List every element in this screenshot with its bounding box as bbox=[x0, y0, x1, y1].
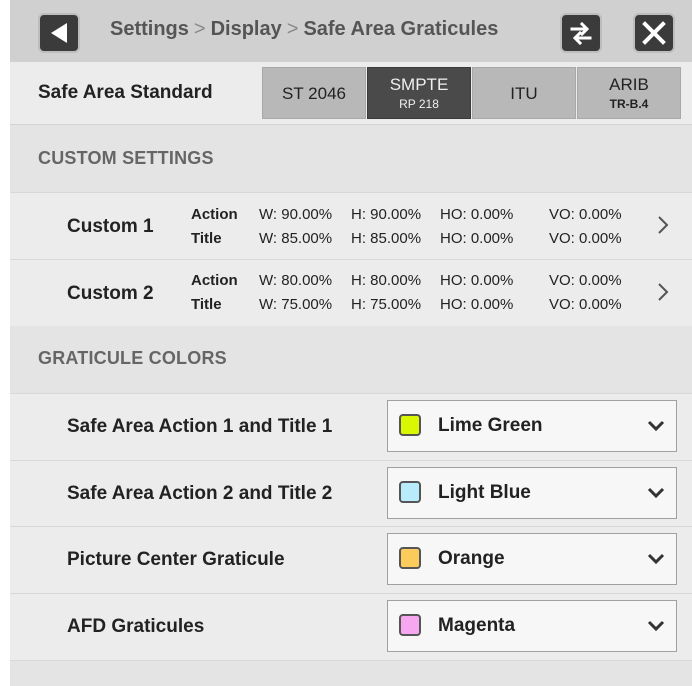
custom-title-line: Title W: 85.00% H: 85.00% HO: 0.00% VO: … bbox=[191, 230, 622, 247]
v-offset-value: VO: 0.00% bbox=[549, 296, 622, 313]
width-value: W: 90.00% bbox=[259, 206, 333, 223]
custom-name: Custom 1 bbox=[67, 216, 154, 237]
custom-name: Custom 2 bbox=[67, 283, 154, 304]
chevron-down-icon bbox=[647, 553, 665, 565]
custom-action-line: Action W: 80.00% H: 80.00% HO: 0.00% VO:… bbox=[191, 272, 622, 289]
standard-option-label: SMPTE bbox=[389, 75, 449, 94]
footer-strip bbox=[10, 660, 692, 686]
custom-settings-row[interactable]: Custom 1 Action W: 90.00% H: 90.00% HO: … bbox=[10, 192, 692, 259]
chevron-right-icon bbox=[658, 283, 669, 301]
breadcrumb-separator: > bbox=[286, 18, 299, 40]
action-label: Action bbox=[191, 272, 238, 289]
back-arrow-icon bbox=[51, 23, 67, 43]
height-value: H: 85.00% bbox=[351, 230, 422, 247]
graticule-color-label: AFD Graticules bbox=[67, 616, 205, 637]
action-label: Action bbox=[191, 206, 238, 223]
color-swatch bbox=[399, 481, 421, 503]
custom-settings-heading: CUSTOM SETTINGS bbox=[38, 148, 214, 168]
standard-option-smpte[interactable]: SMPTE RP 218 bbox=[367, 67, 471, 119]
title-bar: Settings > Display > Safe Area Graticules bbox=[10, 0, 692, 62]
chevron-down-icon bbox=[647, 620, 665, 632]
close-icon bbox=[642, 21, 666, 45]
color-dropdown-value: Orange bbox=[438, 548, 505, 569]
height-value: H: 75.00% bbox=[351, 296, 422, 313]
color-dropdown[interactable]: Lime Green bbox=[387, 400, 677, 452]
h-offset-value: HO: 0.00% bbox=[440, 272, 514, 289]
graticule-colors-heading: GRATICULE COLORS bbox=[38, 348, 227, 368]
v-offset-value: VO: 0.00% bbox=[549, 206, 622, 223]
breadcrumb-display[interactable]: Display bbox=[211, 18, 282, 40]
graticule-color-label: Picture Center Graticule bbox=[67, 549, 285, 570]
chevron-down-icon bbox=[647, 420, 665, 432]
custom-action-line: Action W: 90.00% H: 90.00% HO: 0.00% VO:… bbox=[191, 206, 622, 223]
width-value: W: 80.00% bbox=[259, 272, 333, 289]
h-offset-value: HO: 0.00% bbox=[440, 230, 514, 247]
standard-option-label: ARIB bbox=[609, 75, 649, 94]
custom-title-line: Title W: 75.00% H: 75.00% HO: 0.00% VO: … bbox=[191, 296, 622, 313]
breadcrumb-settings[interactable]: Settings bbox=[110, 18, 189, 40]
close-button[interactable] bbox=[633, 13, 675, 53]
standard-option-arib[interactable]: ARIB TR-B.4 bbox=[577, 67, 681, 119]
title-label: Title bbox=[191, 230, 222, 247]
standard-option-st2046[interactable]: ST 2046 bbox=[262, 67, 366, 119]
v-offset-value: VO: 0.00% bbox=[549, 230, 622, 247]
h-offset-value: HO: 0.00% bbox=[440, 206, 514, 223]
graticule-color-row: Safe Area Action 1 and Title 1 Lime Gree… bbox=[10, 393, 692, 460]
standard-option-label: ST 2046 bbox=[282, 84, 346, 103]
width-value: W: 85.00% bbox=[259, 230, 333, 247]
graticule-color-row: Safe Area Action 2 and Title 2 Light Blu… bbox=[10, 460, 692, 527]
graticule-color-label: Safe Area Action 2 and Title 2 bbox=[67, 483, 333, 504]
safe-area-standard-label: Safe Area Standard bbox=[38, 82, 213, 103]
breadcrumb-current: Safe Area Graticules bbox=[303, 18, 499, 40]
settings-panel: Settings > Display > Safe Area Graticules Sa… bbox=[10, 0, 692, 686]
standard-option-label: ITU bbox=[510, 84, 538, 103]
color-dropdown-value: Magenta bbox=[438, 615, 516, 636]
color-swatch bbox=[399, 614, 421, 636]
width-value: W: 75.00% bbox=[259, 296, 333, 313]
back-button[interactable] bbox=[38, 13, 80, 53]
graticule-color-row: Picture Center Graticule Orange bbox=[10, 526, 692, 593]
h-offset-value: HO: 0.00% bbox=[440, 296, 514, 313]
breadcrumb: Settings > Display > Safe Area Graticules bbox=[110, 18, 498, 41]
swap-icon bbox=[570, 21, 592, 45]
color-dropdown-value: Light Blue bbox=[438, 482, 531, 503]
color-dropdown[interactable]: Magenta bbox=[387, 600, 677, 652]
title-label: Title bbox=[191, 296, 222, 313]
color-dropdown-value: Lime Green bbox=[438, 415, 543, 436]
color-swatch bbox=[399, 414, 421, 436]
standard-option-itu[interactable]: ITU bbox=[472, 67, 576, 119]
color-swatch bbox=[399, 547, 421, 569]
color-dropdown[interactable]: Light Blue bbox=[387, 467, 677, 519]
chevron-down-icon bbox=[647, 487, 665, 499]
graticule-color-label: Safe Area Action 1 and Title 1 bbox=[67, 416, 333, 437]
standard-option-sublabel: TR-B.4 bbox=[609, 97, 649, 111]
graticule-color-row: AFD Graticules Magenta bbox=[10, 593, 692, 660]
breadcrumb-separator: > bbox=[193, 18, 206, 40]
color-dropdown[interactable]: Orange bbox=[387, 533, 677, 585]
standard-option-sublabel: RP 218 bbox=[399, 97, 439, 111]
height-value: H: 90.00% bbox=[351, 206, 422, 223]
safe-area-standard-row: Safe Area Standard ST 2046 SMPTE RP 218 … bbox=[10, 62, 692, 125]
chevron-right-icon bbox=[658, 216, 669, 234]
height-value: H: 80.00% bbox=[351, 272, 422, 289]
v-offset-value: VO: 0.00% bbox=[549, 272, 622, 289]
swap-button[interactable] bbox=[560, 13, 602, 53]
custom-settings-row[interactable]: Custom 2 Action W: 80.00% H: 80.00% HO: … bbox=[10, 259, 692, 326]
